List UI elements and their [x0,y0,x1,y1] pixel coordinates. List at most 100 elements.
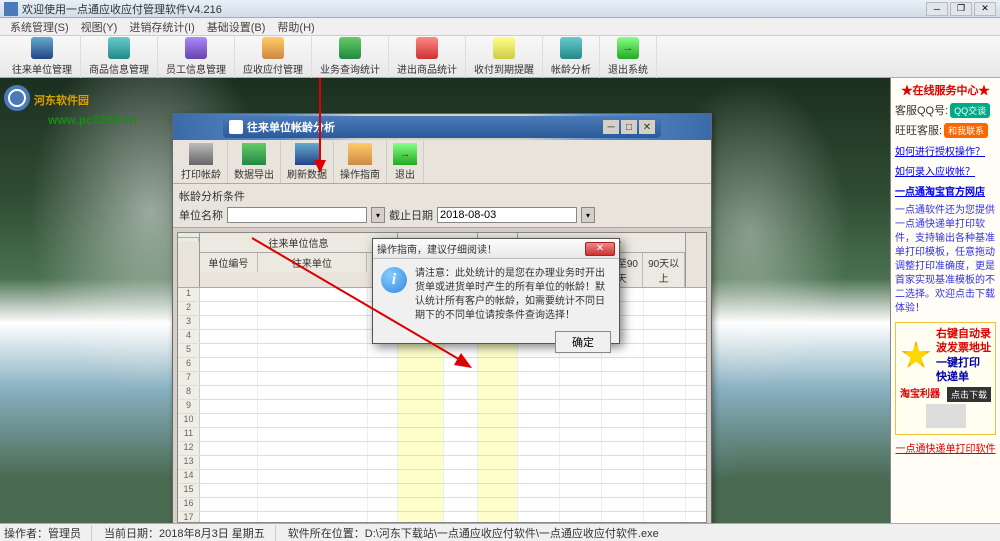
table-row[interactable]: 16 [178,498,706,512]
grid-cell [200,414,258,427]
grid-cell [368,442,398,455]
minimize-button[interactable]: ─ [926,2,948,16]
grid-cell [518,386,560,399]
grid-cell [444,358,478,371]
grid-cell [258,372,368,385]
promo-caption-link[interactable]: 一点通快递单打印软件 [895,440,996,455]
grid-cell [644,498,686,511]
child-window-icon [229,120,243,134]
grid-cell [478,456,518,469]
menu-item[interactable]: 基础设置(B) [201,19,272,35]
grid-cell [518,414,560,427]
grid-cell [518,372,560,385]
menu-item[interactable]: 系统管理(S) [4,19,75,35]
toolbar-icon [560,37,582,59]
toolbar-label: 往来单位管理 [12,61,72,76]
shop-link[interactable]: 一点通淘宝官方网店 [895,183,996,198]
table-row[interactable]: 17 [178,512,706,523]
table-row[interactable]: 7 [178,372,706,386]
sidebar-title: ★在线服务中心★ [895,82,996,98]
grid-cell [560,358,602,371]
grid-cell [478,484,518,497]
grid-cell [478,414,518,427]
grid-cell [478,386,518,399]
grid-cell [644,400,686,413]
child-toolbar-button[interactable]: 操作指南 [334,141,387,183]
toolbar-button[interactable]: 业务查询统计 [312,35,389,78]
grid-cell [368,484,398,497]
child-toolbar-button[interactable]: 刷新数据 [281,141,334,183]
toolbar-button[interactable]: 退出系统 [600,35,657,78]
grid-cell [444,484,478,497]
grid-cell [560,456,602,469]
end-date-picker[interactable]: ▾ [581,207,595,223]
help-link-receivable[interactable]: 如何录入应收帐？ [895,163,996,178]
child-toolbar-button[interactable]: 退出 [387,141,424,183]
qq-badge[interactable]: QQ交谈 [950,103,990,118]
row-number: 11 [178,428,200,441]
table-row[interactable]: 13 [178,456,706,470]
restore-button[interactable]: ❐ [950,2,972,16]
dialog-close-button[interactable]: ✕ [585,242,615,256]
end-date-input[interactable] [437,207,577,223]
child-minimize-button[interactable]: ─ [603,120,619,134]
unit-name-picker[interactable]: ▾ [371,207,385,223]
menu-item[interactable]: 进销存统计(I) [123,19,200,35]
menu-item[interactable]: 帮助(H) [271,19,320,35]
grid-cell [258,414,368,427]
grid-cell [560,484,602,497]
table-row[interactable]: 15 [178,484,706,498]
row-number: 6 [178,358,200,371]
toolbar-label: 商品信息管理 [89,61,149,76]
grid-cell [258,358,368,371]
close-button[interactable]: ✕ [974,2,996,16]
toolbar-label: 业务查询统计 [320,61,380,76]
toolbar-button[interactable]: 帐龄分析 [543,35,600,78]
table-row[interactable]: 12 [178,442,706,456]
toolbar-button[interactable]: 往来单位管理 [4,35,81,78]
child-close-button[interactable]: ✕ [639,120,655,134]
grid-column-header: 90天以上 [643,253,685,287]
menu-item[interactable]: 视图(Y) [75,19,124,35]
child-maximize-button[interactable]: □ [621,120,637,134]
toolbar-button[interactable]: 商品信息管理 [81,35,158,78]
child-toolbar-icon [348,143,372,165]
child-toolbar-button[interactable]: 数据导出 [228,141,281,183]
window-title: 欢迎使用一点通应收应付管理软件V4.216 [22,1,926,17]
unit-name-input[interactable] [227,207,367,223]
grid-cell [560,386,602,399]
grid-cell [258,484,368,497]
grid-cell [368,512,398,523]
table-row[interactable]: 11 [178,428,706,442]
grid-cell [478,372,518,385]
toolbar-icon [31,37,53,59]
wangwang-badge[interactable]: 和我联系 [944,123,988,138]
service-sidebar: ★在线服务中心★ 客服QQ号: QQ交谈 旺旺客服: 和我联系 如何进行授权操作… [890,78,1000,523]
grid-cell [398,372,444,385]
promo-download-button[interactable]: 点击下载 [947,387,991,402]
child-toolbar-button[interactable]: 打印帐龄 [175,141,228,183]
grid-cell [478,470,518,483]
grid-cell [644,316,686,329]
table-row[interactable]: 10 [178,414,706,428]
grid-cell [602,386,644,399]
toolbar-button[interactable]: 收付到期提醒 [466,35,543,78]
child-toolbar-label: 刷新数据 [287,166,327,181]
table-row[interactable]: 14 [178,470,706,484]
grid-cell [560,400,602,413]
table-row[interactable]: 6 [178,358,706,372]
grid-cell [444,498,478,511]
toolbar-button[interactable]: 员工信息管理 [158,35,235,78]
toolbar-button[interactable]: 应收应付管理 [235,35,312,78]
status-path: 软件所在位置：D:\河东下载站\一点通应收应付软件\一点通应收应付软件.exe [288,525,669,541]
table-row[interactable]: 8 [178,386,706,400]
help-link-authorize[interactable]: 如何进行授权操作？ [895,143,996,158]
grid-cell [644,456,686,469]
app-icon [4,2,18,16]
grid-cell [478,512,518,523]
grid-cell [560,442,602,455]
toolbar-button[interactable]: 进出商品统计 [389,35,466,78]
child-toolbar-label: 数据导出 [234,166,274,181]
table-row[interactable]: 9 [178,400,706,414]
dialog-ok-button[interactable]: 确定 [555,331,611,353]
